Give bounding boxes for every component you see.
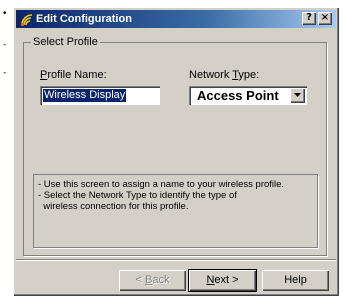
profile-name-input[interactable]: Wireless Display — [40, 86, 160, 105]
help-button[interactable]: Help — [262, 270, 329, 291]
background-bullet: - — [2, 68, 8, 78]
group-legend: Select Profile — [31, 35, 100, 49]
background-bullet: • — [2, 9, 8, 19]
help-title-button[interactable]: ? — [302, 12, 316, 25]
network-type-value: Access Point — [197, 88, 279, 103]
help-text-line: - Select the Network Type to identify th… — [38, 190, 237, 201]
wireless-signal-icon — [19, 11, 35, 27]
next-button[interactable]: Next > — [188, 269, 257, 292]
network-type-label: Network Type: — [189, 69, 260, 81]
close-button[interactable]: × — [318, 12, 332, 25]
edit-configuration-dialog: Edit Configuration ? × Select Profile Pr… — [13, 7, 339, 296]
title-bar[interactable]: Edit Configuration ? × — [16, 10, 336, 28]
help-text-box: - Use this screen to assign a name to yo… — [33, 174, 318, 248]
profile-name-value: Wireless Display — [43, 89, 127, 102]
separator-highlight — [16, 260, 336, 261]
profile-name-label: Profile Name: — [40, 69, 107, 81]
back-button[interactable]: < Back — [119, 270, 186, 291]
network-type-select[interactable]: Access Point — [189, 86, 307, 105]
dropdown-button[interactable] — [290, 88, 305, 103]
chevron-down-icon — [294, 93, 301, 97]
select-profile-group: Select Profile Profile Name: Network Typ… — [23, 35, 327, 256]
background-bullet: - — [2, 40, 8, 50]
window-title: Edit Configuration — [36, 13, 132, 25]
help-text-line: wireless connection for this profile. — [38, 201, 189, 212]
help-text-line: - Use this screen to assign a name to yo… — [38, 179, 285, 190]
